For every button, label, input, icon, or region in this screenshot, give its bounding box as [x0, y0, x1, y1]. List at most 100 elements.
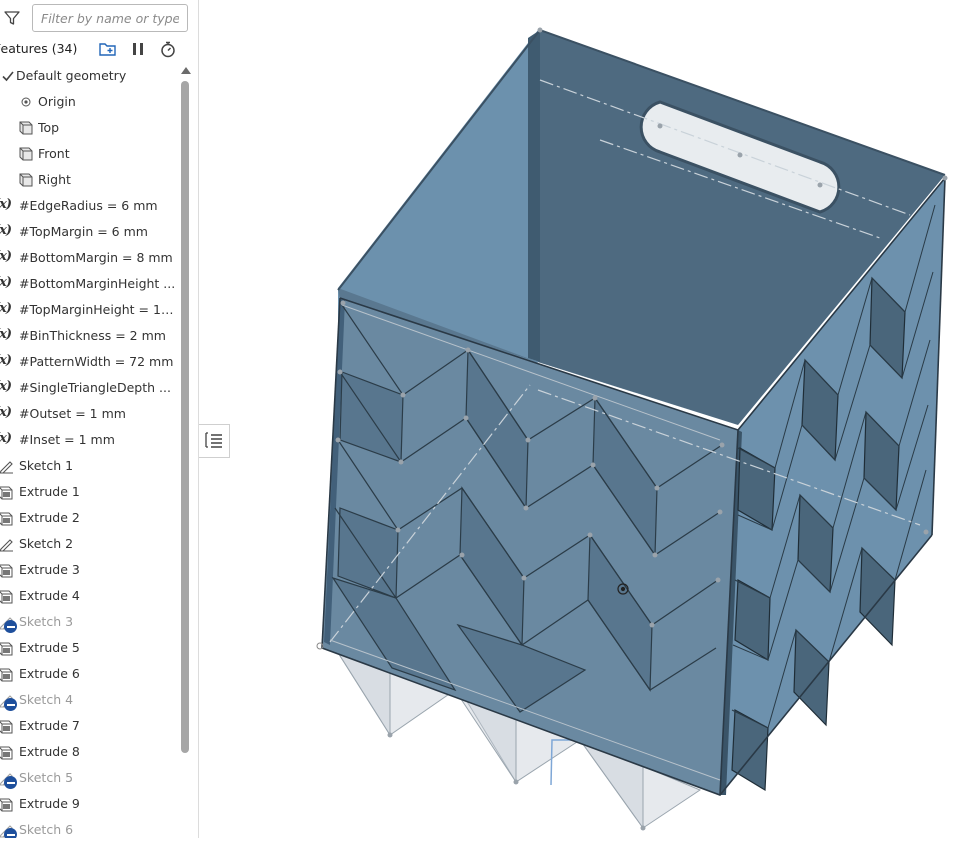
feature-label: Sketch 4	[19, 692, 74, 707]
tree-item-extrude-3[interactable]: Extrude 3	[0, 557, 178, 583]
feature-label: Sketch 5	[19, 770, 74, 785]
tree-item-sketch-3[interactable]: Sketch 3	[0, 609, 178, 635]
filter-row	[0, 0, 198, 36]
bin-model-view[interactable]	[231, 0, 967, 838]
plane-icon	[18, 172, 34, 188]
tree-item-variable[interactable]: (x) #BinThickness = 2 mm	[0, 323, 178, 349]
tree-item-sketch-6[interactable]: Sketch 6	[0, 817, 178, 838]
tree-item-sketch-1[interactable]: Sketch 1	[0, 453, 178, 479]
feature-label: #SingleTriangleDepth ...	[19, 380, 171, 395]
tree-item-variable[interactable]: (x) #BottomMargin = 8 mm	[0, 245, 178, 271]
feature-label: Sketch 2	[19, 536, 74, 551]
feature-label: #EdgeRadius = 6 mm	[19, 198, 158, 213]
extrude-icon	[0, 666, 14, 682]
variable-icon: (x)	[0, 431, 12, 446]
feature-label: #BottomMarginHeight ...	[19, 276, 176, 291]
3d-viewport[interactable]	[231, 0, 967, 838]
pause-icon[interactable]	[128, 40, 148, 58]
tree-item-plane-right[interactable]: Right	[0, 167, 178, 193]
feature-label: Extrude 9	[19, 796, 80, 811]
feature-label: Extrude 4	[19, 588, 80, 603]
tree-item-sketch-5[interactable]: Sketch 5	[0, 765, 178, 791]
tree-item-extrude-5[interactable]: Extrude 5	[0, 635, 178, 661]
feature-label: Sketch 3	[19, 614, 74, 629]
variable-icon: (x)	[0, 249, 12, 264]
extrude-icon	[0, 484, 14, 500]
variable-icon: (x)	[0, 197, 12, 212]
variable-icon: (x)	[0, 301, 12, 316]
feature-label: Default geometry	[16, 68, 127, 83]
sketch-icon	[0, 458, 14, 474]
tree-item-extrude-4[interactable]: Extrude 4	[0, 583, 178, 609]
variable-icon: (x)	[0, 379, 12, 394]
scroll-thumb[interactable]	[181, 81, 189, 753]
extrude-icon	[0, 796, 14, 812]
extrude-icon	[0, 562, 14, 578]
feature-tree-scrollbar[interactable]	[179, 63, 193, 763]
tree-item-variable[interactable]: (x) #TopMarginHeight = 1 ...	[0, 297, 178, 323]
suppressed-badge-icon	[4, 620, 17, 633]
tree-item-variable[interactable]: (x) #Inset = 1 mm	[0, 427, 178, 453]
list-icon	[204, 431, 224, 452]
tree-item-extrude-6[interactable]: Extrude 6	[0, 661, 178, 687]
tree-item-variable[interactable]: (x) #EdgeRadius = 6 mm	[0, 193, 178, 219]
sketch-icon	[0, 536, 14, 552]
feature-label: Top	[38, 120, 60, 135]
bin-body	[322, 28, 946, 795]
extrude-icon	[0, 718, 14, 734]
extrude-icon	[0, 640, 14, 656]
feature-label: Extrude 8	[19, 744, 80, 759]
features-title: Features (34)	[0, 41, 78, 56]
tree-item-sketch-2[interactable]: Sketch 2	[0, 531, 178, 557]
tree-item-variable[interactable]: (x) #TopMargin = 6 mm	[0, 219, 178, 245]
tree-item-variable[interactable]: (x) #Outset = 1 mm	[0, 401, 178, 427]
add-folder-icon[interactable]	[98, 40, 118, 58]
extrude-icon	[0, 588, 14, 604]
feature-label: #BottomMargin = 8 mm	[19, 250, 173, 265]
scroll-up-arrow-icon[interactable]	[181, 67, 191, 74]
tree-item-plane-front[interactable]: Front	[0, 141, 178, 167]
suppressed-badge-icon	[4, 776, 17, 789]
suppressed-badge-icon	[4, 698, 17, 711]
tree-item-plane-top[interactable]: Top	[0, 115, 178, 141]
timer-icon[interactable]	[158, 40, 178, 58]
extrude-icon	[0, 744, 14, 760]
feature-label: Extrude 5	[19, 640, 80, 655]
tree-list-toggle-button[interactable]	[199, 424, 230, 458]
tree-item-extrude-7[interactable]: Extrude 7	[0, 713, 178, 739]
variable-icon: (x)	[0, 223, 12, 238]
feature-label: #TopMargin = 6 mm	[19, 224, 148, 239]
feature-label: Origin	[38, 94, 76, 109]
feature-label: Extrude 3	[19, 562, 80, 577]
plane-icon	[18, 120, 34, 136]
origin-icon	[18, 94, 34, 110]
feature-label: Extrude 2	[19, 510, 80, 525]
tree-item-extrude-8[interactable]: Extrude 8	[0, 739, 178, 765]
feature-label: #Inset = 1 mm	[19, 432, 115, 447]
tree-item-extrude-1[interactable]: Extrude 1	[0, 479, 178, 505]
feature-panel: Features (34) Default geometry Origin Top F…	[0, 0, 199, 838]
tree-item-variable[interactable]: (x) #BottomMarginHeight ...	[0, 271, 178, 297]
feature-label: Sketch 6	[19, 822, 74, 837]
variable-icon: (x)	[0, 327, 12, 342]
feature-label: Right	[38, 172, 71, 187]
feature-label: #PatternWidth = 72 mm	[19, 354, 174, 369]
extrude-icon	[0, 510, 14, 526]
filter-input[interactable]	[32, 4, 188, 32]
tree-item-extrude-9[interactable]: Extrude 9	[0, 791, 178, 817]
feature-label: Extrude 7	[19, 718, 80, 733]
feature-label: #BinThickness = 2 mm	[19, 328, 166, 343]
feature-tree: Default geometry Origin Top Front Right (x) #E…	[0, 63, 180, 838]
plane-icon	[18, 146, 34, 162]
features-header: Features (34)	[0, 36, 198, 62]
feature-label: #Outset = 1 mm	[19, 406, 126, 421]
tree-item-origin[interactable]: Origin	[0, 89, 178, 115]
tree-item-variable[interactable]: (x) #SingleTriangleDepth ...	[0, 375, 178, 401]
checkmark-icon	[0, 68, 16, 84]
feature-label: Front	[38, 146, 70, 161]
tree-item-sketch-4[interactable]: Sketch 4	[0, 687, 178, 713]
filter-icon[interactable]	[4, 11, 20, 28]
tree-item-variable[interactable]: (x) #PatternWidth = 72 mm	[0, 349, 178, 375]
tree-item-default-geometry[interactable]: Default geometry	[0, 63, 178, 89]
tree-item-extrude-2[interactable]: Extrude 2	[0, 505, 178, 531]
